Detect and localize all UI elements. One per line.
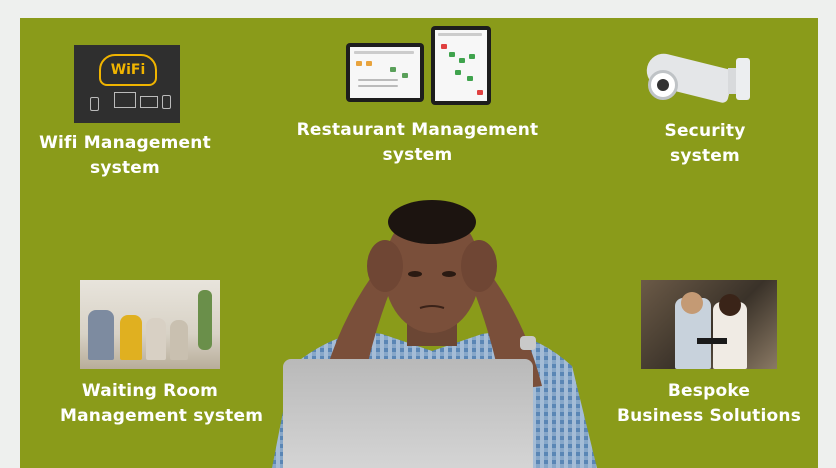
tablet-icon: [162, 95, 171, 109]
restaurant-tablet-portrait: [431, 26, 491, 105]
phone-icon: [90, 97, 99, 111]
wifi-thumbnail: WiFi: [74, 45, 180, 123]
monitor-icon: [114, 92, 136, 108]
restaurant-tablet-landscape: [346, 43, 424, 102]
restaurant-label-line2: system: [382, 145, 453, 165]
laptop-icon: [140, 96, 158, 108]
bespoke-label: Bespoke Business Solutions: [609, 379, 809, 429]
waiting-label-line1: Waiting Room: [81, 381, 219, 401]
waiting-room-photo: [80, 280, 220, 369]
restaurant-label: Restaurant Management system: [285, 118, 550, 168]
wifi-label-line1: Wifi Management: [39, 133, 211, 153]
bespoke-label-line1: Bespoke: [667, 381, 751, 401]
wifi-label-line2: system: [90, 158, 160, 178]
security-label-line2: system: [670, 146, 740, 166]
restaurant-label-line1: Restaurant Management: [296, 120, 539, 140]
waiting-label-line2: Management system: [60, 406, 264, 426]
security-label-line1: Security: [664, 121, 746, 141]
green-panel: WiFi Wifi Management system Restaurant M…: [20, 18, 818, 468]
laptop-icon: [283, 359, 533, 468]
bespoke-label-line2: Business Solutions: [616, 406, 802, 426]
waiting-label: Waiting Room Management system: [60, 379, 264, 429]
wifi-cloud-icon: WiFi: [99, 54, 157, 86]
wifi-label: Wifi Management system: [30, 131, 220, 181]
security-label: Security system: [635, 119, 775, 169]
business-people-photo: [641, 280, 777, 369]
